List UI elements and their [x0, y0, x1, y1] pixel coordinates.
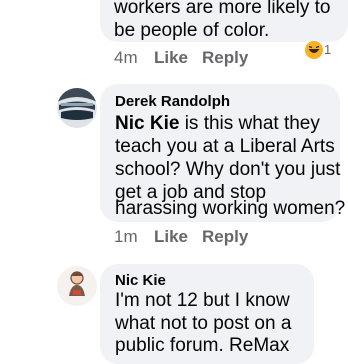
avatar[interactable]: [57, 266, 97, 306]
reaction-summary[interactable]: 1: [304, 40, 334, 60]
user-mention[interactable]: Nic Kie: [115, 113, 179, 134]
reaction-count: 1: [324, 42, 332, 57]
comment-text-line: I'm not 12 but I know: [115, 290, 290, 311]
comment-actions-derek: 1m Like Reply: [114, 227, 314, 249]
avatar[interactable]: [57, 88, 97, 128]
comment-text-line: what not to post on a: [115, 313, 292, 334]
reply-button[interactable]: Reply: [202, 48, 248, 68]
comment-author[interactable]: Derek Randolph: [115, 93, 230, 110]
like-button[interactable]: Like: [154, 227, 188, 247]
reply-button[interactable]: Reply: [202, 227, 248, 247]
comment-text-line: public forum. ReMax: [115, 335, 290, 356]
comment-text-line: teach you at a Liberal Arts: [115, 136, 335, 157]
comment-text-line: Nic Kie is this what they: [115, 112, 320, 135]
comment-text-line: harassing working women?: [115, 198, 346, 219]
comment-text-line: school? Why don't you just: [115, 159, 341, 180]
comment-author[interactable]: Nic Kie: [115, 272, 166, 289]
avatar-image: [57, 88, 97, 128]
like-button[interactable]: Like: [154, 48, 188, 68]
comment-timestamp: 4m: [114, 48, 138, 67]
comment-timestamp: 1m: [114, 227, 138, 246]
comment-text-fragment: is this what they: [179, 113, 320, 134]
haha-reaction-icon: [305, 41, 323, 59]
comment-text-line: be people of color.: [114, 20, 270, 41]
comment-text-line: workers are more likely to: [114, 0, 331, 18]
avatar-image: [57, 266, 97, 306]
